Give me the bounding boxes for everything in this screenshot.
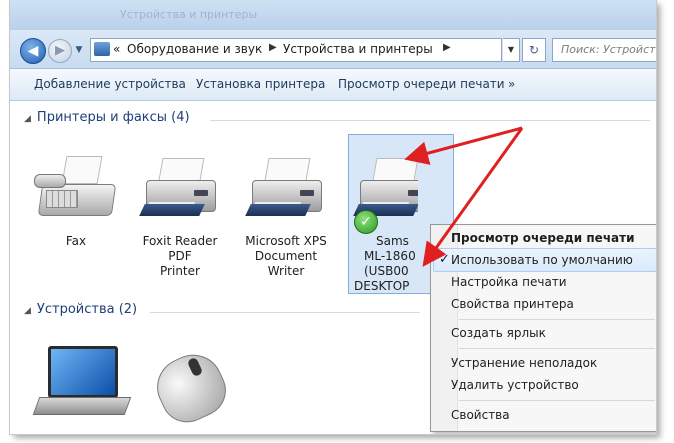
annotation-arrows <box>404 126 524 267</box>
explorer-window: Устройства и принтеры ◀ ▶ ▼ « Оборудован… <box>10 0 656 434</box>
arrow-to-default-item <box>422 127 524 267</box>
